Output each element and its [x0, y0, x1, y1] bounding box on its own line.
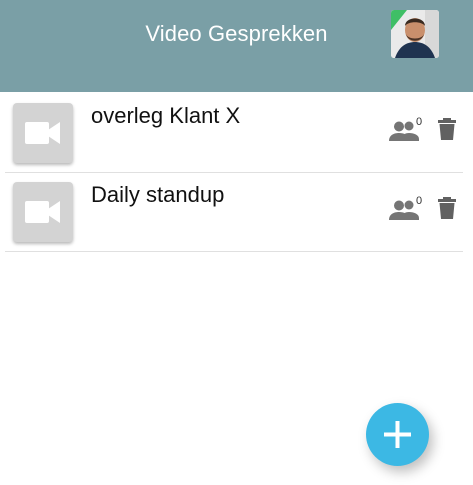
conversation-list: overleg Klant X 0 Daily standup 0	[0, 94, 473, 252]
list-item[interactable]: overleg Klant X 0	[5, 94, 463, 173]
people-icon	[389, 200, 419, 220]
participant-count: 0	[416, 116, 423, 128]
participants-indicator: 0	[389, 195, 425, 220]
list-item[interactable]: Daily standup 0	[5, 173, 463, 252]
conversation-title: overleg Klant X	[91, 103, 241, 128]
trash-icon[interactable]	[438, 118, 456, 140]
app-header: Video Gesprekken	[0, 0, 473, 92]
conversation-title: Daily standup	[91, 182, 225, 207]
trash-icon[interactable]	[438, 197, 456, 219]
video-camera-icon	[13, 103, 73, 163]
avatar[interactable]	[391, 10, 439, 58]
people-icon	[389, 121, 419, 141]
add-conversation-button[interactable]	[366, 403, 429, 466]
participants-indicator: 0	[389, 116, 425, 141]
participant-count: 0	[416, 195, 423, 207]
plus-icon	[384, 421, 411, 448]
video-camera-icon	[13, 182, 73, 242]
